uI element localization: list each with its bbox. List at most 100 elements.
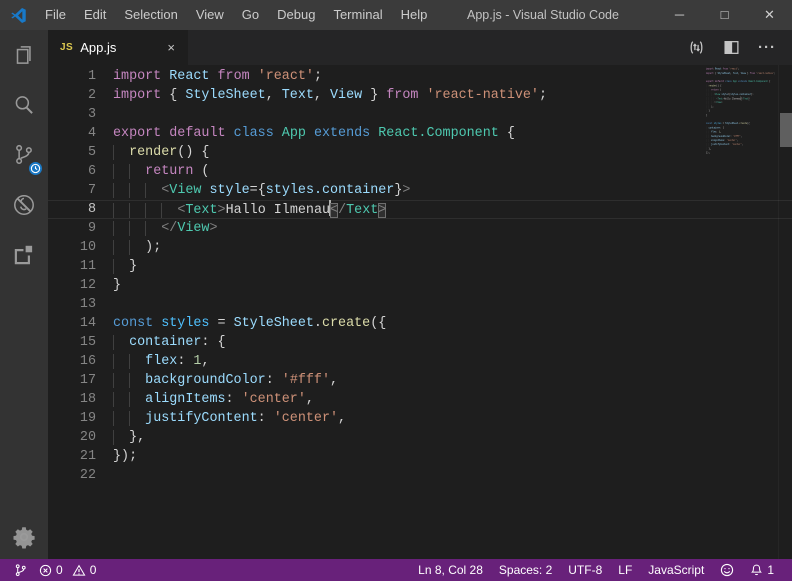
tab-appjs[interactable]: JS App.js × <box>48 30 188 65</box>
debug-icon[interactable] <box>0 180 48 230</box>
tab-close-icon[interactable]: × <box>164 40 178 55</box>
indentation-button[interactable]: Spaces: 2 <box>491 563 560 577</box>
line-content[interactable]: } <box>96 276 792 295</box>
code-line-4: 4export default class App extends React.… <box>48 124 792 143</box>
menu-selection[interactable]: Selection <box>115 0 186 30</box>
maximize-button[interactable]: □ <box>702 0 747 30</box>
line-content <box>706 155 778 159</box>
line-content[interactable] <box>96 105 792 124</box>
code-editor[interactable]: 1import React from 'react';2import { Sty… <box>48 65 792 559</box>
line-content[interactable]: backgroundColor: '#fff', <box>96 371 792 390</box>
window-controls: ─ □ ✕ <box>657 0 792 30</box>
minimize-button[interactable]: ─ <box>657 0 702 30</box>
line-content[interactable]: render() { <box>96 143 792 162</box>
menu-edit[interactable]: Edit <box>75 0 115 30</box>
code-content: 1import React from 'react';2import { Sty… <box>48 67 792 485</box>
menu-go[interactable]: Go <box>233 0 268 30</box>
line-content[interactable]: import React from 'react'; <box>96 67 792 86</box>
line-content[interactable]: export default class App extends React.C… <box>96 124 792 143</box>
indent-guide <box>113 164 129 179</box>
menu-bar: FileEditSelectionViewGoDebugTerminalHelp <box>36 0 436 30</box>
indent-guide <box>129 392 145 407</box>
title-bar: FileEditSelectionViewGoDebugTerminalHelp… <box>0 0 792 30</box>
line-number: 1 <box>48 67 96 86</box>
search-icon[interactable] <box>0 80 48 130</box>
tab-bar: JS App.js × ··· <box>48 30 792 65</box>
git-branch-button[interactable] <box>8 559 33 581</box>
code-line-13: 13 <box>48 295 792 314</box>
line-content[interactable]: return ( <box>96 162 792 181</box>
split-editor-icon[interactable] <box>723 39 740 56</box>
indent-guide <box>113 430 129 445</box>
indent-guide <box>145 221 161 236</box>
line-number: 15 <box>48 333 96 352</box>
line-content[interactable]: alignItems: 'center', <box>96 390 792 409</box>
line-content[interactable]: }); <box>96 447 792 466</box>
vscode-logo-icon <box>10 7 27 24</box>
indent-guide <box>161 203 177 218</box>
line-number: 18 <box>48 390 96 409</box>
line-number: 16 <box>48 352 96 371</box>
problems-button[interactable]: 0 0 <box>33 559 102 581</box>
sync-changes-icon[interactable] <box>688 39 705 56</box>
warning-count: 0 <box>90 563 97 577</box>
javascript-file-icon: JS <box>60 42 73 53</box>
warnings-icon <box>72 564 86 577</box>
menu-view[interactable]: View <box>187 0 233 30</box>
line-content[interactable]: const styles = StyleSheet.create({ <box>96 314 792 333</box>
vertical-scrollbar[interactable] <box>778 65 792 559</box>
indent-guide <box>129 411 145 426</box>
indent-guide <box>113 373 129 388</box>
line-number: 7 <box>48 181 96 200</box>
code-line-2: 2import { StyleSheet, Text, View } from … <box>48 86 792 105</box>
indent-guide <box>113 203 129 218</box>
settings-gear-icon[interactable] <box>0 515 48 559</box>
code-line-14: 14const styles = StyleSheet.create({ <box>48 314 792 333</box>
feedback-button[interactable] <box>712 563 742 577</box>
code-line-22: 22 <box>48 466 792 485</box>
line-content[interactable]: </View> <box>96 219 792 238</box>
language-mode-button[interactable]: JavaScript <box>640 563 712 577</box>
indent-guide <box>129 183 145 198</box>
menu-help[interactable]: Help <box>392 0 437 30</box>
notifications-button[interactable]: 1 <box>742 563 782 577</box>
more-actions-icon[interactable]: ··· <box>758 39 776 56</box>
line-content[interactable]: <Text>Hallo Ilmenau</Text> <box>96 200 792 219</box>
line-content[interactable]: flex: 1, <box>96 352 792 371</box>
line-content[interactable]: import { StyleSheet, Text, View } from '… <box>96 86 792 105</box>
cursor-position-button[interactable]: Ln 8, Col 28 <box>410 563 491 577</box>
editor-group: JS App.js × ··· 1import React from 'reac… <box>48 30 792 559</box>
line-number: 5 <box>48 143 96 162</box>
indent-guide <box>145 183 161 198</box>
source-control-icon[interactable] <box>0 130 48 180</box>
tab-label: App.js <box>80 40 157 55</box>
line-number: 17 <box>48 371 96 390</box>
line-content[interactable]: ); <box>96 238 792 257</box>
line-number: 8 <box>48 200 96 219</box>
code-line-12: 12} <box>48 276 792 295</box>
eol-button[interactable]: LF <box>610 563 640 577</box>
code-line-19: 19 justifyContent: 'center', <box>48 409 792 428</box>
close-window-button[interactable]: ✕ <box>747 0 792 30</box>
line-content[interactable]: justifyContent: 'center', <box>96 409 792 428</box>
line-content[interactable]: <View style={styles.container}> <box>96 181 792 200</box>
encoding-button[interactable]: UTF-8 <box>560 563 610 577</box>
code-line-1: 1import React from 'react'; <box>48 67 792 86</box>
minimap[interactable]: import React from 'react';import { Style… <box>706 67 778 167</box>
extensions-icon[interactable] <box>0 230 48 280</box>
line-content[interactable] <box>96 466 792 485</box>
menu-debug[interactable]: Debug <box>268 0 324 30</box>
menu-file[interactable]: File <box>36 0 75 30</box>
explorer-icon[interactable] <box>0 30 48 80</box>
code-line-6: 6 return ( <box>48 162 792 181</box>
line-content[interactable]: } <box>96 257 792 276</box>
line-content[interactable] <box>96 295 792 314</box>
notification-count: 1 <box>767 563 774 577</box>
line-content[interactable]: container: { <box>96 333 792 352</box>
menu-terminal[interactable]: Terminal <box>324 0 391 30</box>
line-content[interactable]: }, <box>96 428 792 447</box>
code-line-11: 11 } <box>48 257 792 276</box>
indent-guide <box>113 145 129 160</box>
scrollbar-handle[interactable] <box>780 113 792 147</box>
code-line-17: 17 backgroundColor: '#fff', <box>48 371 792 390</box>
